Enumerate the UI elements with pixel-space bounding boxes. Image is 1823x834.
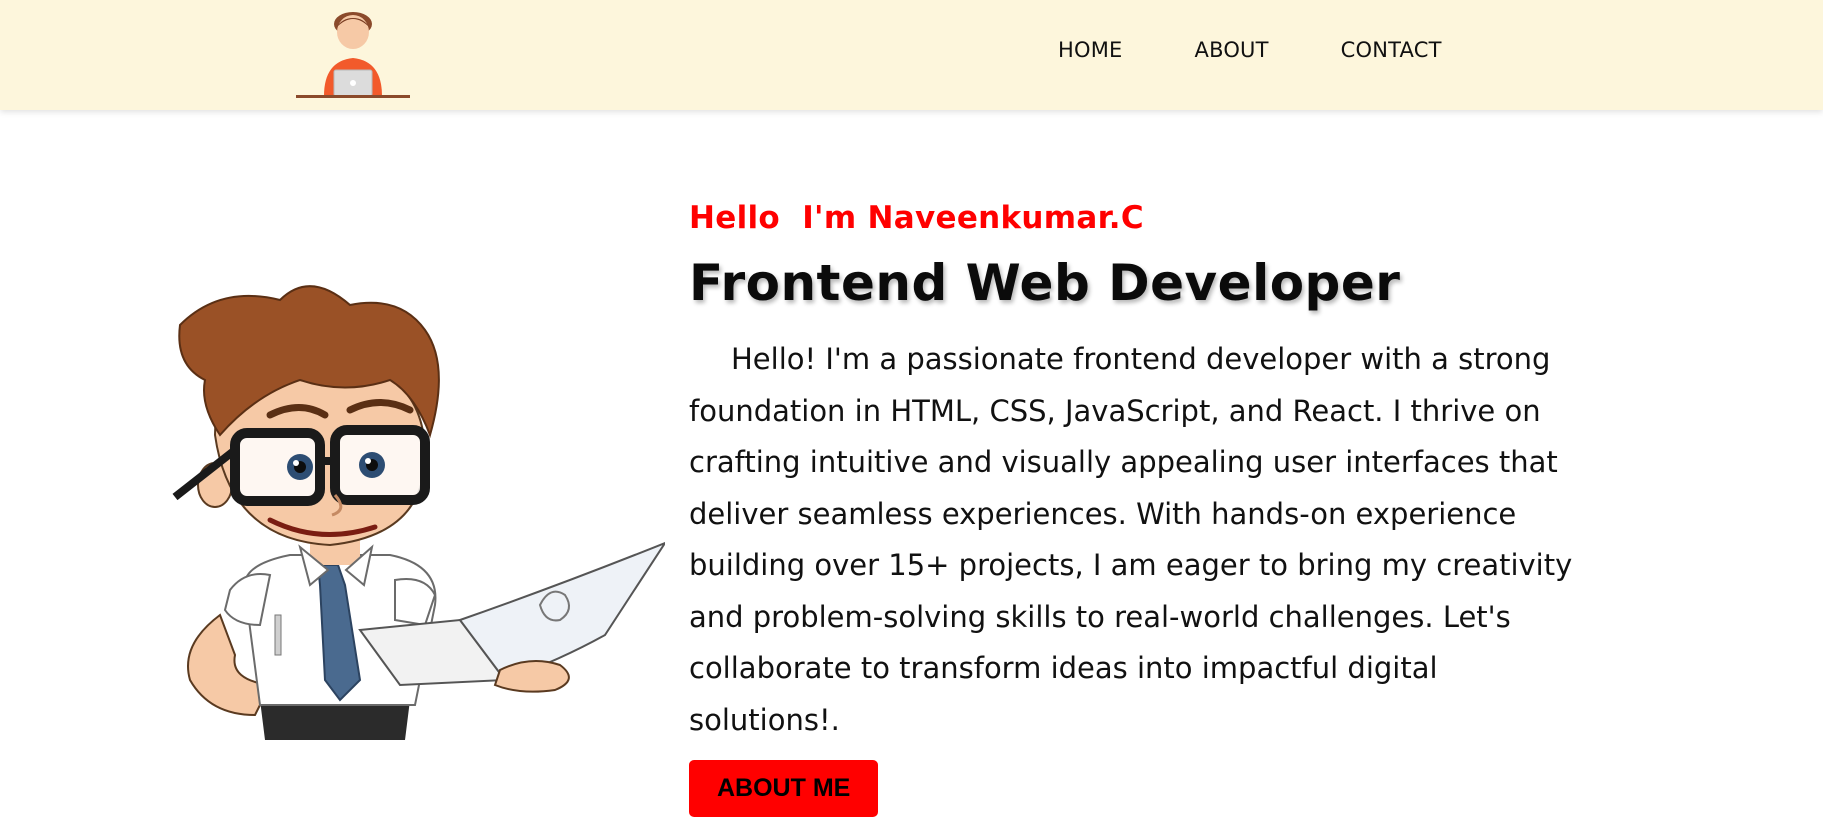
- hero-content: Hello I'm Naveenkumar.C Frontend Web Dev…: [689, 200, 1589, 817]
- nav-home-link[interactable]: HOME: [1058, 38, 1123, 62]
- nav-about-link[interactable]: ABOUT: [1195, 38, 1269, 62]
- about-me-button[interactable]: ABOUT ME: [689, 760, 879, 817]
- developer-logo-icon[interactable]: [294, 6, 412, 100]
- hero-greeting: Hello I'm Naveenkumar.C: [689, 200, 1144, 236]
- hero-title: Frontend Web Developer: [689, 254, 1401, 312]
- developer-illustration: [172, 285, 665, 740]
- nav-menu: HOME ABOUT CONTACT: [1058, 38, 1442, 62]
- navbar: HOME ABOUT CONTACT: [0, 0, 1823, 110]
- nav-contact-link[interactable]: CONTACT: [1341, 38, 1442, 62]
- hero-bio: Hello! I'm a passionate frontend develop…: [689, 342, 1573, 737]
